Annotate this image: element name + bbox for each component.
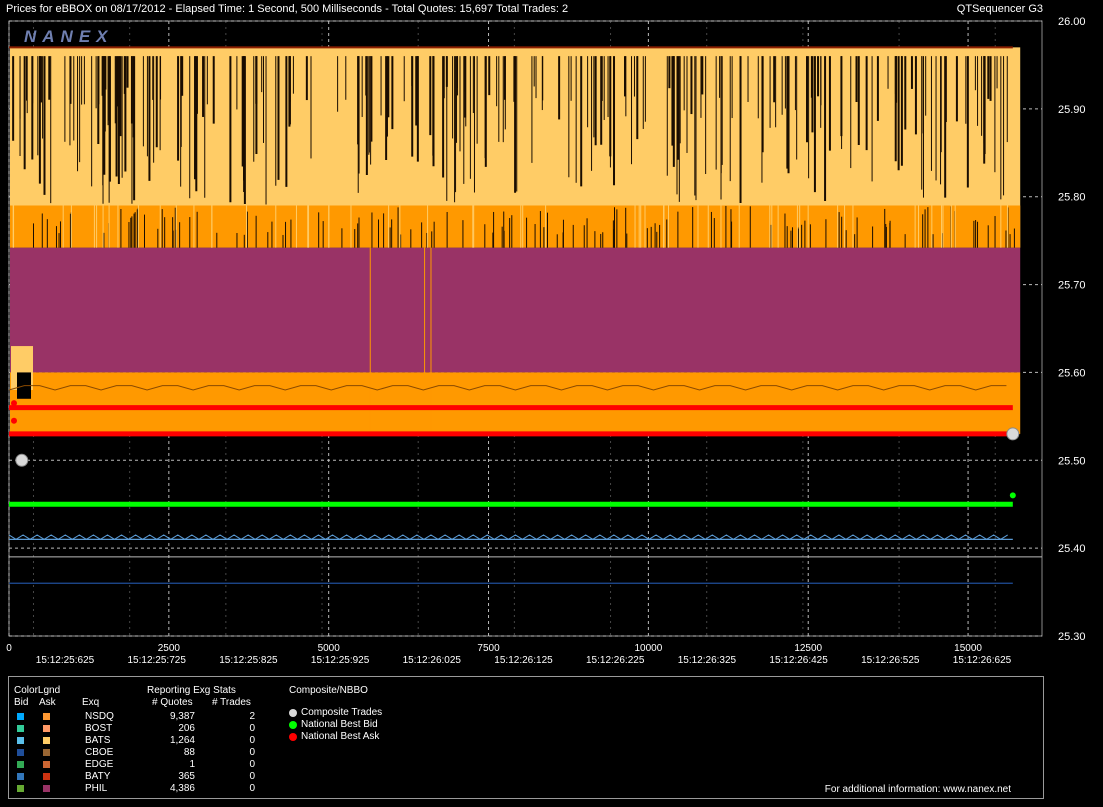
x-tick-label: 12500 bbox=[794, 643, 822, 654]
exchange-trades: 0 bbox=[249, 771, 255, 782]
exchange-trades: 0 bbox=[249, 759, 255, 770]
bid-swatch bbox=[17, 761, 24, 768]
exchange-trades: 0 bbox=[249, 783, 255, 794]
exchange-trades: 0 bbox=[249, 747, 255, 758]
quotes-header: # Quotes bbox=[152, 697, 193, 708]
y-tick-label: 25.70 bbox=[1058, 280, 1086, 292]
nba-start-marker bbox=[11, 400, 17, 407]
time-tick-label: 15:12:26:025 bbox=[403, 655, 462, 666]
bid-swatch bbox=[17, 785, 24, 792]
time-tick-label: 15:12:25:625 bbox=[36, 655, 95, 666]
nanex-logo: NANEX bbox=[24, 27, 114, 46]
time-tick-label: 15:12:26:125 bbox=[494, 655, 553, 666]
product-name: QTSequencer G3 bbox=[956, 3, 1043, 15]
price-chart: 26.00 25.90 25.80 25.70 25.60 25.50 25.40 25.30… bbox=[6, 16, 1086, 666]
band-phil-2 bbox=[10, 247, 1021, 373]
exchange-quotes: 4,386 bbox=[169, 783, 195, 794]
composite-trade-marker bbox=[15, 453, 29, 467]
exq-header: Exq bbox=[82, 697, 100, 708]
footer-link[interactable]: For additional information: www.nanex.ne… bbox=[825, 784, 1011, 795]
y-tick-label: 25.30 bbox=[1058, 631, 1086, 643]
y-axis: 26.00 25.90 25.80 25.70 25.60 25.50 25.40 25.30 bbox=[1058, 16, 1086, 643]
time-tick-label: 15:12:25:825 bbox=[219, 655, 278, 666]
composite-title: Composite/NBBO bbox=[289, 685, 368, 696]
exchange-quotes: 1,264 bbox=[169, 735, 195, 746]
x-tick-label: 10000 bbox=[634, 643, 662, 654]
ask-swatch bbox=[43, 725, 50, 732]
time-tick-label: 15:12:26:525 bbox=[861, 655, 920, 666]
composite-trade-marker bbox=[1006, 427, 1020, 441]
exchange-quotes: 365 bbox=[178, 771, 195, 782]
bid-header: Bid bbox=[14, 697, 29, 708]
exchange-name: PHIL bbox=[85, 783, 108, 794]
x-tick-label: 7500 bbox=[477, 643, 500, 654]
x-tick-label: 15000 bbox=[954, 643, 982, 654]
ask-swatch bbox=[43, 737, 50, 744]
bid-swatch bbox=[17, 725, 24, 732]
x-tick-label: 0 bbox=[6, 643, 12, 654]
band-nsdq-3 bbox=[10, 372, 1021, 434]
x-axis: 0 2500 5000 7500 10000 12500 15000 15:12:25:625… bbox=[6, 643, 1011, 666]
composite-marker-icon bbox=[289, 721, 297, 729]
composite-label: Composite Trades bbox=[301, 707, 383, 718]
composite-label: National Best Bid bbox=[301, 719, 378, 730]
colorlgnd-label: ColorLgnd bbox=[14, 685, 61, 696]
ask-swatch bbox=[43, 785, 50, 792]
exchange-quotes: 1 bbox=[189, 759, 195, 770]
time-tick-label: 15:12:26:425 bbox=[769, 655, 828, 666]
composite-marker-icon bbox=[289, 709, 297, 717]
exchange-name: BATS bbox=[85, 735, 111, 746]
ask-header: Ask bbox=[39, 697, 56, 708]
y-tick-label: 25.40 bbox=[1058, 543, 1086, 555]
stats-title: Reporting Exg Stats bbox=[147, 685, 236, 696]
time-tick-label: 15:12:25:925 bbox=[311, 655, 370, 666]
bid-swatch bbox=[17, 713, 24, 720]
bid-swatch bbox=[17, 737, 24, 744]
ask-swatch bbox=[43, 749, 50, 756]
x-tick-label: 5000 bbox=[318, 643, 341, 654]
exchange-quotes: 88 bbox=[183, 747, 195, 758]
exchange-trades: 0 bbox=[249, 723, 255, 734]
time-tick-label: 15:12:26:625 bbox=[953, 655, 1012, 666]
y-tick-label: 26.00 bbox=[1058, 16, 1086, 28]
time-tick-label: 15:12:25:725 bbox=[128, 655, 187, 666]
nbb-end-marker bbox=[1009, 492, 1016, 499]
y-tick-label: 25.50 bbox=[1058, 455, 1086, 467]
ask-swatch bbox=[43, 773, 50, 780]
x-tick-label: 2500 bbox=[158, 643, 181, 654]
exchange-trades: 0 bbox=[249, 735, 255, 746]
bid-swatch bbox=[17, 773, 24, 780]
ask-swatch bbox=[43, 761, 50, 768]
exchange-name: NSDQ bbox=[85, 711, 114, 722]
ask-swatch bbox=[43, 713, 50, 720]
exchange-name: BOST bbox=[85, 723, 113, 734]
bid-swatch bbox=[17, 749, 24, 756]
y-tick-label: 25.80 bbox=[1058, 192, 1086, 204]
composite-label: National Best Ask bbox=[301, 731, 380, 742]
chart-title: Prices for eBBOX on 08/17/2012 - Elapsed… bbox=[6, 3, 569, 15]
time-tick-label: 15:12:26:225 bbox=[586, 655, 645, 666]
exchange-name: BATY bbox=[85, 771, 111, 782]
composite-marker-icon bbox=[289, 733, 297, 741]
exchange-trades: 2 bbox=[249, 711, 255, 722]
exchange-name: CBOE bbox=[85, 747, 114, 758]
exchange-quotes: 206 bbox=[178, 723, 195, 734]
band-nsdq-1 bbox=[10, 205, 1021, 248]
y-tick-label: 25.90 bbox=[1058, 104, 1086, 116]
time-tick-label: 15:12:26:325 bbox=[678, 655, 737, 666]
nba-start-marker bbox=[11, 417, 17, 424]
exchange-name: EDGE bbox=[85, 759, 114, 770]
y-tick-label: 25.60 bbox=[1058, 367, 1086, 379]
exchange-quotes: 9,387 bbox=[169, 711, 195, 722]
legend-panel: ColorLgnd Bid Ask Exq Reporting Exg Stat… bbox=[8, 676, 1044, 799]
trades-header: # Trades bbox=[212, 697, 251, 708]
